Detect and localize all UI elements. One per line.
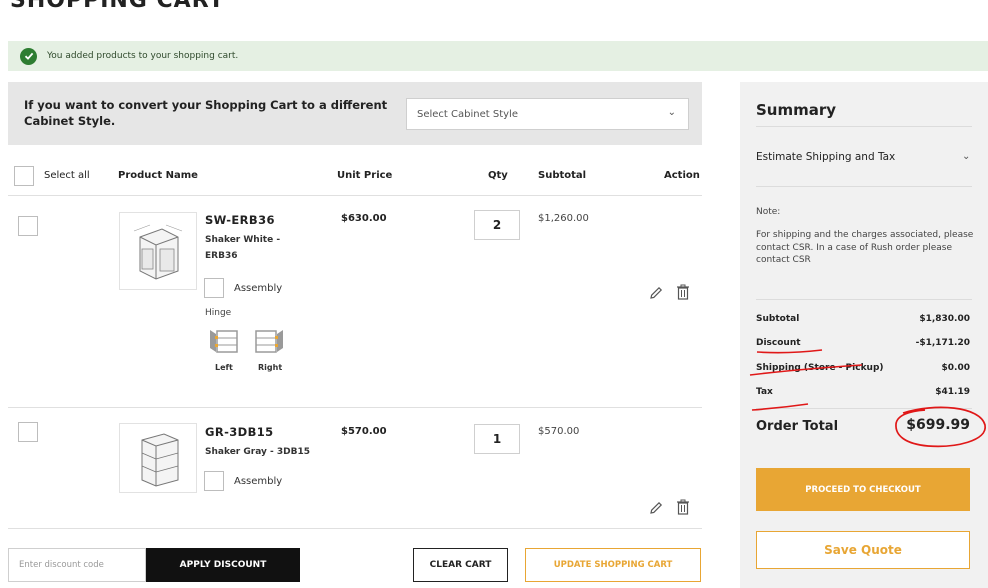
header-qty: Qty (488, 170, 508, 181)
order-total-value: $699.99 (906, 417, 970, 433)
cart-item: GR-3DB15 Shaker Gray - 3DB15 $570.00 1 $… (8, 408, 702, 528)
note-text: For shipping and the charges associated,… (756, 230, 974, 265)
shipping-value: $0.00 (941, 363, 970, 373)
page-title: SHOPPING CART (10, 0, 225, 13)
hinge-left-option[interactable] (209, 328, 239, 358)
hinge-right-option[interactable] (254, 328, 284, 358)
cart-item: SW-ERB36 Shaker White - ERB36 $630.00 2 … (8, 196, 702, 408)
order-total-label: Order Total (756, 419, 839, 434)
success-notice: You added products to your shopping cart… (8, 41, 988, 71)
qty-input[interactable]: 1 (474, 424, 520, 454)
note-heading: Note: (756, 207, 781, 217)
product-name: Shaker Gray - 3DB15 (205, 447, 310, 457)
product-image (119, 212, 197, 290)
trash-icon[interactable] (676, 499, 690, 520)
summary-title: Summary (756, 101, 837, 119)
unit-price: $570.00 (341, 426, 387, 437)
hinge-right-icon (255, 330, 283, 353)
estimate-shipping-toggle[interactable]: Estimate Shipping and Tax (756, 151, 895, 163)
update-shopping-cart-button[interactable]: UPDATE SHOPPING CART (525, 548, 701, 582)
discount-code-placeholder: Enter discount code (19, 560, 104, 570)
assembly-label: Assembly (234, 475, 283, 487)
chevron-down-icon[interactable]: ⌄ (962, 151, 970, 162)
divider (8, 528, 702, 529)
divider (756, 126, 972, 127)
product-sku[interactable]: SW-ERB36 (205, 213, 275, 227)
assembly-option[interactable]: Assembly (204, 278, 282, 298)
convert-style-message: If you want to convert your Shopping Car… (24, 98, 388, 128)
assembly-label: Assembly (234, 282, 283, 294)
cabinet-style-select[interactable]: Select Cabinet Style ⌄ (406, 98, 689, 130)
product-name: Shaker White - ERB36 (205, 235, 281, 261)
cart-table-header: Select all Product Name Unit Price Qty S… (8, 159, 702, 193)
save-quote-button[interactable]: Save Quote (756, 531, 970, 569)
select-all-label: Select all (44, 170, 90, 181)
edit-pencil-icon[interactable] (648, 285, 664, 305)
divider (756, 186, 972, 187)
proceed-to-checkout-button[interactable]: PROCEED TO CHECKOUT (756, 468, 970, 511)
edit-pencil-icon[interactable] (648, 500, 664, 520)
tax-label: Tax (756, 387, 773, 397)
subtotal-label: Subtotal (756, 314, 800, 324)
divider (756, 408, 972, 409)
discount-label: Discount (756, 338, 801, 348)
header-product-name: Product Name (118, 170, 198, 181)
check-circle-icon (20, 47, 37, 65)
discount-code-input[interactable]: Enter discount code (8, 548, 146, 582)
product-image (119, 423, 197, 493)
success-notice-text: You added products to your shopping cart… (47, 51, 239, 61)
trash-icon[interactable] (676, 284, 690, 305)
assembly-checkbox[interactable] (204, 278, 224, 298)
cabinet-style-select-value: Select Cabinet Style (417, 108, 518, 120)
header-action: Action (664, 170, 700, 181)
hinge-left-icon (210, 330, 238, 353)
clear-cart-button[interactable]: CLEAR CART (413, 548, 508, 582)
hinge-right-label: Right (258, 363, 283, 372)
unit-price: $630.00 (341, 213, 387, 224)
assembly-checkbox[interactable] (204, 471, 224, 491)
order-summary-panel: Summary Estimate Shipping and Tax ⌄ Note… (740, 82, 988, 588)
qty-input[interactable]: 2 (474, 210, 520, 240)
hinge-left-label: Left (215, 363, 233, 372)
product-sku[interactable]: GR-3DB15 (205, 425, 274, 439)
item-checkbox[interactable] (18, 216, 38, 236)
item-subtotal: $1,260.00 (538, 213, 589, 224)
hinge-label: Hinge (205, 308, 232, 318)
subtotal-value: $1,830.00 (919, 314, 970, 324)
assembly-option[interactable]: Assembly (204, 471, 282, 491)
divider (756, 299, 972, 300)
item-checkbox[interactable] (18, 422, 38, 442)
header-unit-price: Unit Price (337, 170, 393, 181)
discount-value: -$1,171.20 (915, 338, 970, 348)
shipping-label: Shipping (Store - Pickup) (756, 363, 884, 373)
apply-discount-button[interactable]: APPLY DISCOUNT (146, 548, 300, 582)
convert-style-panel: If you want to convert your Shopping Car… (8, 82, 702, 145)
select-all-checkbox[interactable] (14, 166, 34, 186)
header-subtotal: Subtotal (538, 170, 587, 181)
chevron-down-icon: ⌄ (667, 107, 676, 118)
tax-value: $41.19 (935, 387, 970, 397)
item-subtotal: $570.00 (538, 426, 580, 437)
